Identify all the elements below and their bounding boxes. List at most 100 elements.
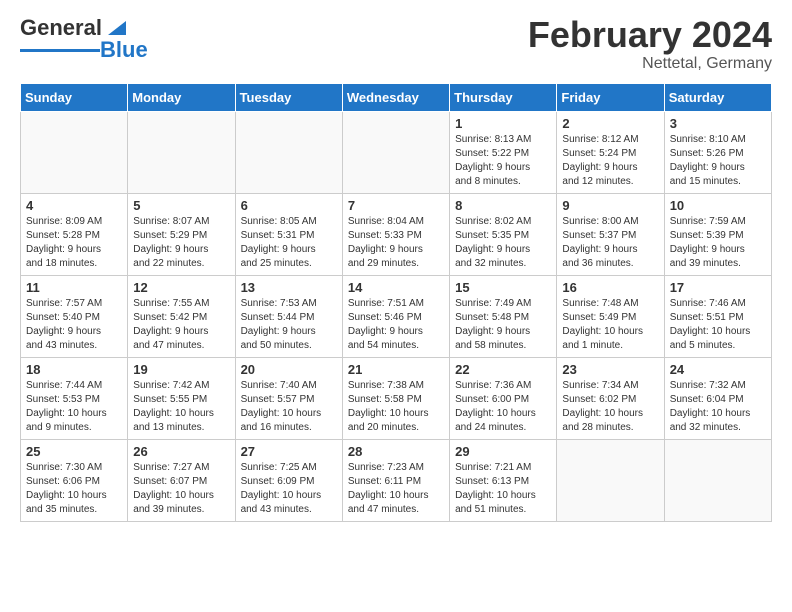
calendar-cell bbox=[342, 111, 449, 193]
day-info: Sunrise: 7:51 AM Sunset: 5:46 PM Dayligh… bbox=[348, 297, 444, 353]
calendar-cell: 10 Sunrise: 7:59 AM Sunset: 5:39 PM Dayli… bbox=[664, 193, 771, 275]
calendar-cell: 5 Sunrise: 8:07 AM Sunset: 5:29 PM Daylig… bbox=[128, 193, 235, 275]
day-info: Sunrise: 7:57 AM Sunset: 5:40 PM Dayligh… bbox=[26, 297, 122, 353]
calendar-table: Sunday Monday Tuesday Wednesday Thursday… bbox=[20, 83, 772, 522]
day-info: Sunrise: 7:27 AM Sunset: 6:07 PM Dayligh… bbox=[133, 461, 229, 517]
day-number: 12 bbox=[133, 280, 229, 295]
day-number: 15 bbox=[455, 280, 551, 295]
day-number: 2 bbox=[562, 116, 658, 131]
day-number: 8 bbox=[455, 198, 551, 213]
calendar-cell: 29 Sunrise: 7:21 AM Sunset: 6:13 PM Dayli… bbox=[450, 439, 557, 521]
calendar-cell: 1 Sunrise: 8:13 AM Sunset: 5:22 PM Daylig… bbox=[450, 111, 557, 193]
day-info: Sunrise: 7:34 AM Sunset: 6:02 PM Dayligh… bbox=[562, 379, 658, 435]
calendar-cell bbox=[557, 439, 664, 521]
calendar-cell bbox=[235, 111, 342, 193]
month-title: February 2024 bbox=[528, 15, 772, 55]
calendar-cell: 12 Sunrise: 7:55 AM Sunset: 5:42 PM Dayli… bbox=[128, 275, 235, 357]
day-info: Sunrise: 8:07 AM Sunset: 5:29 PM Dayligh… bbox=[133, 215, 229, 271]
calendar-cell: 15 Sunrise: 7:49 AM Sunset: 5:48 PM Dayli… bbox=[450, 275, 557, 357]
day-number: 28 bbox=[348, 444, 444, 459]
col-friday: Friday bbox=[557, 83, 664, 111]
day-info: Sunrise: 7:59 AM Sunset: 5:39 PM Dayligh… bbox=[670, 215, 766, 271]
day-info: Sunrise: 7:30 AM Sunset: 6:06 PM Dayligh… bbox=[26, 461, 122, 517]
day-info: Sunrise: 7:23 AM Sunset: 6:11 PM Dayligh… bbox=[348, 461, 444, 517]
calendar-cell: 20 Sunrise: 7:40 AM Sunset: 5:57 PM Dayli… bbox=[235, 357, 342, 439]
day-info: Sunrise: 7:36 AM Sunset: 6:00 PM Dayligh… bbox=[455, 379, 551, 435]
day-number: 10 bbox=[670, 198, 766, 213]
day-number: 23 bbox=[562, 362, 658, 377]
col-saturday: Saturday bbox=[664, 83, 771, 111]
day-number: 16 bbox=[562, 280, 658, 295]
day-number: 14 bbox=[348, 280, 444, 295]
calendar-cell: 8 Sunrise: 8:02 AM Sunset: 5:35 PM Daylig… bbox=[450, 193, 557, 275]
day-number: 24 bbox=[670, 362, 766, 377]
day-info: Sunrise: 8:05 AM Sunset: 5:31 PM Dayligh… bbox=[241, 215, 337, 271]
calendar-cell: 17 Sunrise: 7:46 AM Sunset: 5:51 PM Dayli… bbox=[664, 275, 771, 357]
calendar-row-1: 1 Sunrise: 8:13 AM Sunset: 5:22 PM Daylig… bbox=[21, 111, 772, 193]
logo: General Blue bbox=[20, 15, 148, 63]
day-number: 21 bbox=[348, 362, 444, 377]
day-info: Sunrise: 8:13 AM Sunset: 5:22 PM Dayligh… bbox=[455, 133, 551, 189]
calendar-cell: 25 Sunrise: 7:30 AM Sunset: 6:06 PM Dayli… bbox=[21, 439, 128, 521]
calendar-cell: 11 Sunrise: 7:57 AM Sunset: 5:40 PM Dayli… bbox=[21, 275, 128, 357]
day-number: 18 bbox=[26, 362, 122, 377]
day-info: Sunrise: 8:10 AM Sunset: 5:26 PM Dayligh… bbox=[670, 133, 766, 189]
calendar-row-4: 18 Sunrise: 7:44 AM Sunset: 5:53 PM Dayli… bbox=[21, 357, 772, 439]
day-number: 11 bbox=[26, 280, 122, 295]
day-info: Sunrise: 7:42 AM Sunset: 5:55 PM Dayligh… bbox=[133, 379, 229, 435]
calendar-cell: 24Sunrise: 7:32 AM Sunset: 6:04 PM Dayli… bbox=[664, 357, 771, 439]
day-info: Sunrise: 7:40 AM Sunset: 5:57 PM Dayligh… bbox=[241, 379, 337, 435]
logo-bird-icon bbox=[104, 17, 126, 39]
calendar-cell: 3 Sunrise: 8:10 AM Sunset: 5:26 PM Daylig… bbox=[664, 111, 771, 193]
calendar-row-2: 4Sunrise: 8:09 AM Sunset: 5:28 PM Daylig… bbox=[21, 193, 772, 275]
day-number: 19 bbox=[133, 362, 229, 377]
calendar-cell: 7 Sunrise: 8:04 AM Sunset: 5:33 PM Daylig… bbox=[342, 193, 449, 275]
day-info: Sunrise: 8:00 AM Sunset: 5:37 PM Dayligh… bbox=[562, 215, 658, 271]
calendar-cell: 28 Sunrise: 7:23 AM Sunset: 6:11 PM Dayli… bbox=[342, 439, 449, 521]
calendar-row-5: 25 Sunrise: 7:30 AM Sunset: 6:06 PM Dayli… bbox=[21, 439, 772, 521]
day-number: 7 bbox=[348, 198, 444, 213]
col-monday: Monday bbox=[128, 83, 235, 111]
calendar-cell: 9 Sunrise: 8:00 AM Sunset: 5:37 PM Daylig… bbox=[557, 193, 664, 275]
day-number: 1 bbox=[455, 116, 551, 131]
day-info: Sunrise: 8:04 AM Sunset: 5:33 PM Dayligh… bbox=[348, 215, 444, 271]
header-row: Sunday Monday Tuesday Wednesday Thursday… bbox=[21, 83, 772, 111]
calendar-cell: 26Sunrise: 7:27 AM Sunset: 6:07 PM Dayli… bbox=[128, 439, 235, 521]
calendar-cell: 6Sunrise: 8:05 AM Sunset: 5:31 PM Daylig… bbox=[235, 193, 342, 275]
day-info: Sunrise: 8:09 AM Sunset: 5:28 PM Dayligh… bbox=[26, 215, 122, 271]
day-number: 20 bbox=[241, 362, 337, 377]
day-number: 5 bbox=[133, 198, 229, 213]
calendar-cell: 14 Sunrise: 7:51 AM Sunset: 5:46 PM Dayli… bbox=[342, 275, 449, 357]
calendar-cell bbox=[21, 111, 128, 193]
day-info: Sunrise: 8:02 AM Sunset: 5:35 PM Dayligh… bbox=[455, 215, 551, 271]
header: General Blue February 2024 Nettetal, Ger… bbox=[20, 15, 772, 73]
calendar-cell: 4Sunrise: 8:09 AM Sunset: 5:28 PM Daylig… bbox=[21, 193, 128, 275]
day-info: Sunrise: 7:44 AM Sunset: 5:53 PM Dayligh… bbox=[26, 379, 122, 435]
day-info: Sunrise: 7:53 AM Sunset: 5:44 PM Dayligh… bbox=[241, 297, 337, 353]
col-thursday: Thursday bbox=[450, 83, 557, 111]
day-number: 3 bbox=[670, 116, 766, 131]
location: Nettetal, Germany bbox=[528, 55, 772, 73]
day-number: 29 bbox=[455, 444, 551, 459]
day-info: Sunrise: 7:21 AM Sunset: 6:13 PM Dayligh… bbox=[455, 461, 551, 517]
calendar-cell bbox=[128, 111, 235, 193]
day-number: 25 bbox=[26, 444, 122, 459]
day-number: 22 bbox=[455, 362, 551, 377]
calendar-cell: 27Sunrise: 7:25 AM Sunset: 6:09 PM Dayli… bbox=[235, 439, 342, 521]
logo-blue: Blue bbox=[100, 37, 148, 63]
col-sunday: Sunday bbox=[21, 83, 128, 111]
col-tuesday: Tuesday bbox=[235, 83, 342, 111]
day-info: Sunrise: 7:49 AM Sunset: 5:48 PM Dayligh… bbox=[455, 297, 551, 353]
day-info: Sunrise: 8:12 AM Sunset: 5:24 PM Dayligh… bbox=[562, 133, 658, 189]
calendar-row-3: 11 Sunrise: 7:57 AM Sunset: 5:40 PM Dayli… bbox=[21, 275, 772, 357]
day-info: Sunrise: 7:55 AM Sunset: 5:42 PM Dayligh… bbox=[133, 297, 229, 353]
day-number: 9 bbox=[562, 198, 658, 213]
calendar-cell: 18 Sunrise: 7:44 AM Sunset: 5:53 PM Dayli… bbox=[21, 357, 128, 439]
day-number: 17 bbox=[670, 280, 766, 295]
calendar-cell bbox=[664, 439, 771, 521]
calendar-cell: 2 Sunrise: 8:12 AM Sunset: 5:24 PM Daylig… bbox=[557, 111, 664, 193]
calendar-cell: 19 Sunrise: 7:42 AM Sunset: 5:55 PM Dayli… bbox=[128, 357, 235, 439]
day-info: Sunrise: 7:46 AM Sunset: 5:51 PM Dayligh… bbox=[670, 297, 766, 353]
calendar-cell: 23 Sunrise: 7:34 AM Sunset: 6:02 PM Dayli… bbox=[557, 357, 664, 439]
calendar-cell: 22 Sunrise: 7:36 AM Sunset: 6:00 PM Dayli… bbox=[450, 357, 557, 439]
